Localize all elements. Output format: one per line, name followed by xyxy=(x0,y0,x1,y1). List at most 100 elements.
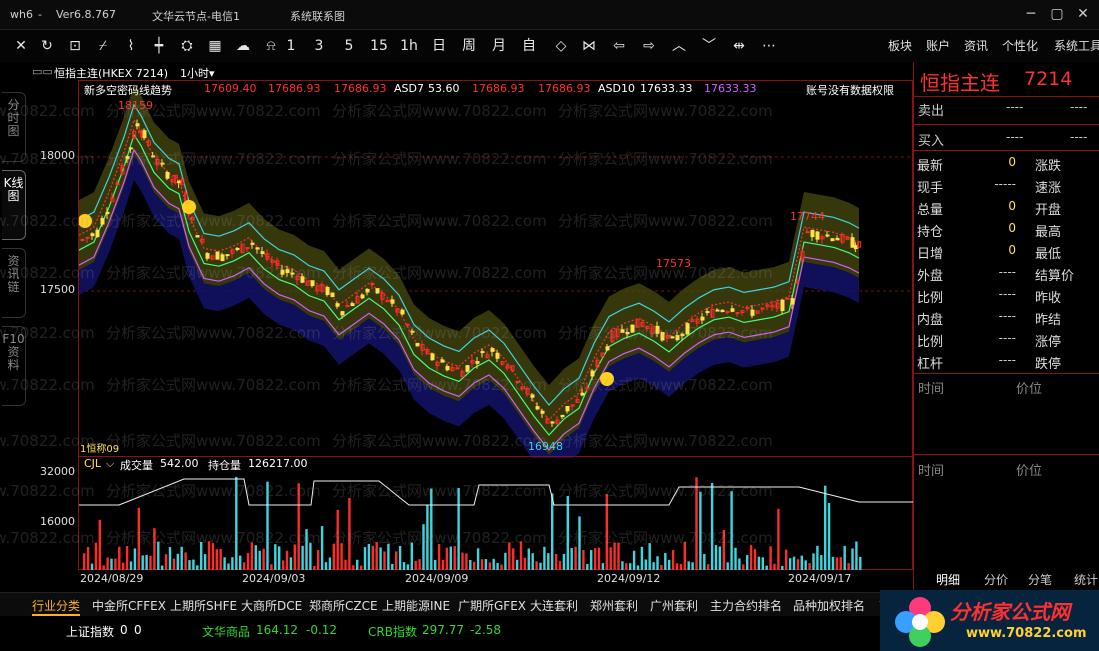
volume-bar xyxy=(328,557,332,570)
menu-account[interactable]: 账户 xyxy=(926,37,950,54)
volume-bar xyxy=(141,555,144,570)
period-1h[interactable]: 1h xyxy=(398,36,420,56)
bottom-tab[interactable]: 大商所DCE xyxy=(241,597,302,614)
bottom-tab[interactable]: 上期能源INE xyxy=(382,597,450,614)
bottom-tab[interactable]: 上期所SHFE xyxy=(170,597,237,614)
menu-system-tools[interactable]: 系统工具 xyxy=(1054,37,1099,54)
indicator-name[interactable]: 新多空密码线趋势 xyxy=(84,82,172,98)
main-chart-area[interactable] xyxy=(78,80,914,458)
volume-bar xyxy=(196,565,199,570)
scroll-up-icon[interactable]: ︿ xyxy=(668,36,690,56)
menu-news[interactable]: 资讯 xyxy=(964,37,988,54)
bottom-tab[interactable]: 大连套利 xyxy=(530,597,578,614)
period-custom[interactable]: 自 xyxy=(518,36,540,56)
zoom-box-icon[interactable]: ⊡ xyxy=(64,36,86,56)
indicator-icon[interactable]: ⛭ xyxy=(176,36,198,56)
period-dropdown[interactable]: 1小时▾ xyxy=(180,65,215,81)
volume-bar xyxy=(757,556,761,570)
bottom-tab[interactable]: 广期所GFEX xyxy=(458,597,526,614)
volume-bar xyxy=(203,554,207,570)
scroll-down-icon[interactable]: ﹀ xyxy=(698,36,720,56)
index3-label[interactable]: CRB指数 xyxy=(368,623,417,640)
volume-bar xyxy=(796,559,800,570)
bar-chart-icon[interactable]: ┿ xyxy=(148,36,170,56)
volume-bar xyxy=(129,561,133,570)
volume-chart[interactable] xyxy=(79,457,914,571)
bottom-tab[interactable]: 行业分类 xyxy=(32,597,81,616)
split-view-icon[interactable]: ⇹ xyxy=(728,36,750,56)
table-icon[interactable]: ▦ xyxy=(204,36,226,56)
bottom-tab[interactable]: 广州套利 xyxy=(650,597,698,614)
scroll-left-icon[interactable]: ⇦ xyxy=(608,36,630,56)
volume-bar xyxy=(734,547,737,570)
system-menu[interactable]: 系统联系图 xyxy=(290,8,345,24)
index2-label[interactable]: 文华商品 xyxy=(202,623,250,640)
zoom-in-icon[interactable]: ◇ xyxy=(550,36,572,56)
more-icon[interactable]: ⋯ xyxy=(758,36,780,56)
menu-sector[interactable]: 板块 xyxy=(888,37,912,54)
volume-bar xyxy=(718,546,722,570)
bottom-tab[interactable]: 郑州套利 xyxy=(590,597,638,614)
period-3[interactable]: 3 xyxy=(308,36,330,56)
version-label: Ver6.8.767 xyxy=(56,8,116,21)
index1-label[interactable]: 上证指数 xyxy=(66,623,114,640)
candlestick-chart[interactable] xyxy=(79,81,914,458)
tab-stats[interactable]: 统计 xyxy=(1074,571,1098,588)
tab-news-chain[interactable]: 资讯链 xyxy=(2,248,26,318)
volume-indicator-name[interactable]: CJL xyxy=(84,457,101,470)
tab-f10[interactable]: F10资料 xyxy=(2,326,26,406)
tab-price-dist[interactable]: 分价 xyxy=(984,571,1008,588)
quote-field-label: 外盘 xyxy=(917,269,944,284)
period-5[interactable]: 5 xyxy=(338,36,360,56)
volume-dropdown-icon[interactable]: ⌵ xyxy=(106,457,114,471)
cloud-icon[interactable]: ☁ xyxy=(232,36,254,56)
title-bar: wh6 - Ver6.8.767 文华云节点-电信1 系统联系图 ─ ▢ ✕ xyxy=(0,0,1099,30)
menu-personalize[interactable]: 个性化 xyxy=(1002,37,1038,54)
volume-bar xyxy=(617,542,620,570)
tab-tick[interactable]: 分笔 xyxy=(1028,571,1052,588)
close-icon[interactable]: ✕ xyxy=(1072,4,1094,24)
volume-bar xyxy=(242,562,246,570)
volume-chart-area[interactable] xyxy=(78,456,914,571)
volume-bar xyxy=(231,557,234,570)
period-1[interactable]: 1 xyxy=(280,36,302,56)
bottom-tab[interactable]: 品种加权排名 xyxy=(793,597,865,614)
volume-bar xyxy=(200,541,203,570)
zoom-out-icon[interactable]: ⋈ xyxy=(578,36,600,56)
bottom-tab[interactable]: 郑商所CZCE xyxy=(309,597,378,614)
candle-body xyxy=(750,309,755,316)
candle-body xyxy=(810,229,815,238)
quote-row: 最新 0 涨跌 xyxy=(914,152,1099,174)
scroll-right-icon[interactable]: ⇨ xyxy=(638,36,660,56)
period-15[interactable]: 15 xyxy=(368,36,390,56)
chart-mode-icon[interactable]: ▭▭ xyxy=(32,65,53,78)
tab-kline[interactable]: K线图 xyxy=(2,170,26,240)
quote-row: 外盘 ---- 结算价 xyxy=(914,262,1099,284)
volume-bar xyxy=(632,550,636,570)
volume-bar xyxy=(683,541,686,570)
bottom-tab[interactable]: 中金所CFFEX xyxy=(92,597,166,614)
status-bar: 上证指数 0 0 文华商品 164.12 -0.12 CRB指数 297.77 … xyxy=(0,616,880,651)
volume-bar xyxy=(831,556,835,570)
tab-detail[interactable]: 明细 xyxy=(936,571,960,588)
quote-panel: 恒指主连 7214 卖出 ---- ---- 买入 ---- ---- 最新 0 涨… xyxy=(913,62,1099,590)
tab-timeshare[interactable]: 分时图 xyxy=(2,92,26,162)
volume-bar xyxy=(274,544,277,570)
volume-bar xyxy=(578,516,581,570)
bottom-tab[interactable]: 主力合约排名 xyxy=(710,597,782,614)
high-label-2: 17573 xyxy=(656,257,691,270)
volume-bar xyxy=(363,547,367,570)
line-chart-icon[interactable]: ⌇ xyxy=(120,36,142,56)
period-month[interactable]: 月 xyxy=(488,36,510,56)
period-week[interactable]: 周 xyxy=(458,36,480,56)
alarm-bell-icon[interactable]: ⍾ xyxy=(260,36,282,56)
volume-bar xyxy=(192,559,195,570)
quote-field-value: ---- xyxy=(998,309,1016,323)
minimize-icon[interactable]: ─ xyxy=(1020,4,1042,24)
refresh-icon[interactable]: ↻ xyxy=(36,36,58,56)
draw-line-icon[interactable]: ⌿ xyxy=(92,36,114,56)
crosshair-icon[interactable]: ✕ xyxy=(10,36,32,56)
index3-value: 297.77 xyxy=(422,623,464,637)
period-day[interactable]: 日 xyxy=(428,36,450,56)
maximize-icon[interactable]: ▢ xyxy=(1046,4,1068,24)
